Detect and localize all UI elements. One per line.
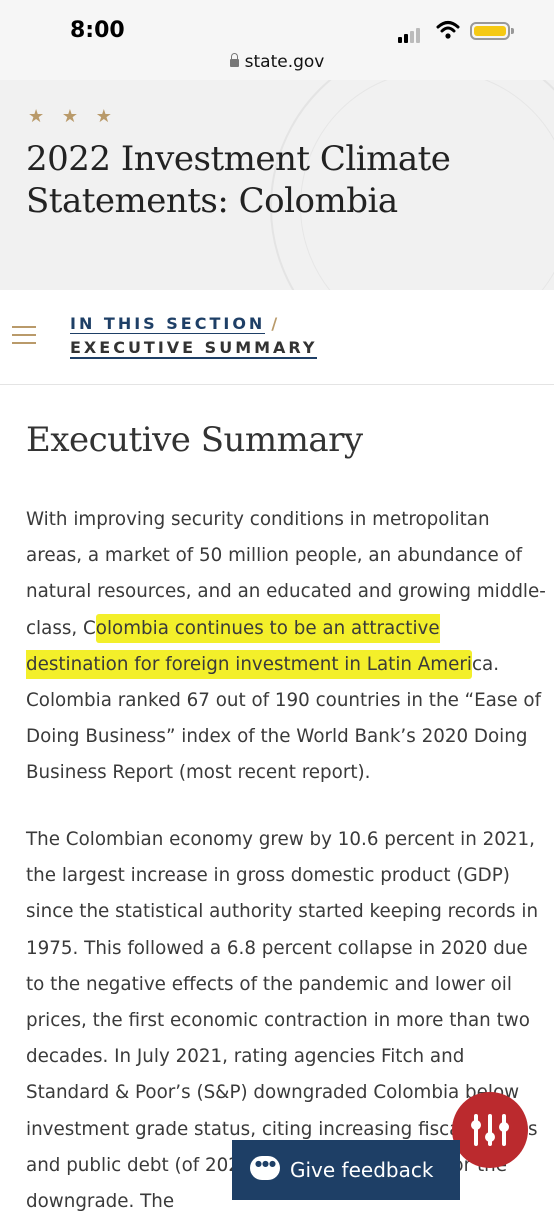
url-text: state.gov: [244, 52, 325, 72]
page-hero: ★ ★ ★ 2022 Investment Climate Statements…: [0, 80, 554, 290]
page-title: 2022 Investment Climate Statements: Colo…: [26, 139, 451, 221]
give-feedback-label: Give feedback: [290, 1158, 434, 1182]
address-bar[interactable]: state.gov: [0, 52, 554, 72]
section-heading: Executive Summary: [26, 420, 363, 460]
stars-icon: ★ ★ ★: [28, 106, 118, 127]
battery-icon: [470, 22, 514, 40]
accessibility-settings-button[interactable]: [452, 1092, 528, 1168]
lock-icon: [229, 53, 239, 67]
give-feedback-button[interactable]: Give feedback: [232, 1140, 460, 1200]
paragraph-1: With improving security conditions in me…: [26, 509, 546, 784]
status-bar: 8:00 state.gov: [0, 0, 554, 80]
clock: 8:00: [70, 18, 125, 43]
chat-bubble-icon: [250, 1156, 280, 1180]
wifi-icon: [436, 21, 460, 39]
in-this-section-link[interactable]: IN THIS SECTION /: [70, 314, 280, 334]
menu-icon[interactable]: [12, 326, 36, 350]
cellular-signal-icon: [398, 24, 422, 43]
current-section-link[interactable]: EXECUTIVE SUMMARY: [70, 338, 318, 359]
section-nav: IN THIS SECTION / EXECUTIVE SUMMARY: [0, 290, 554, 385]
